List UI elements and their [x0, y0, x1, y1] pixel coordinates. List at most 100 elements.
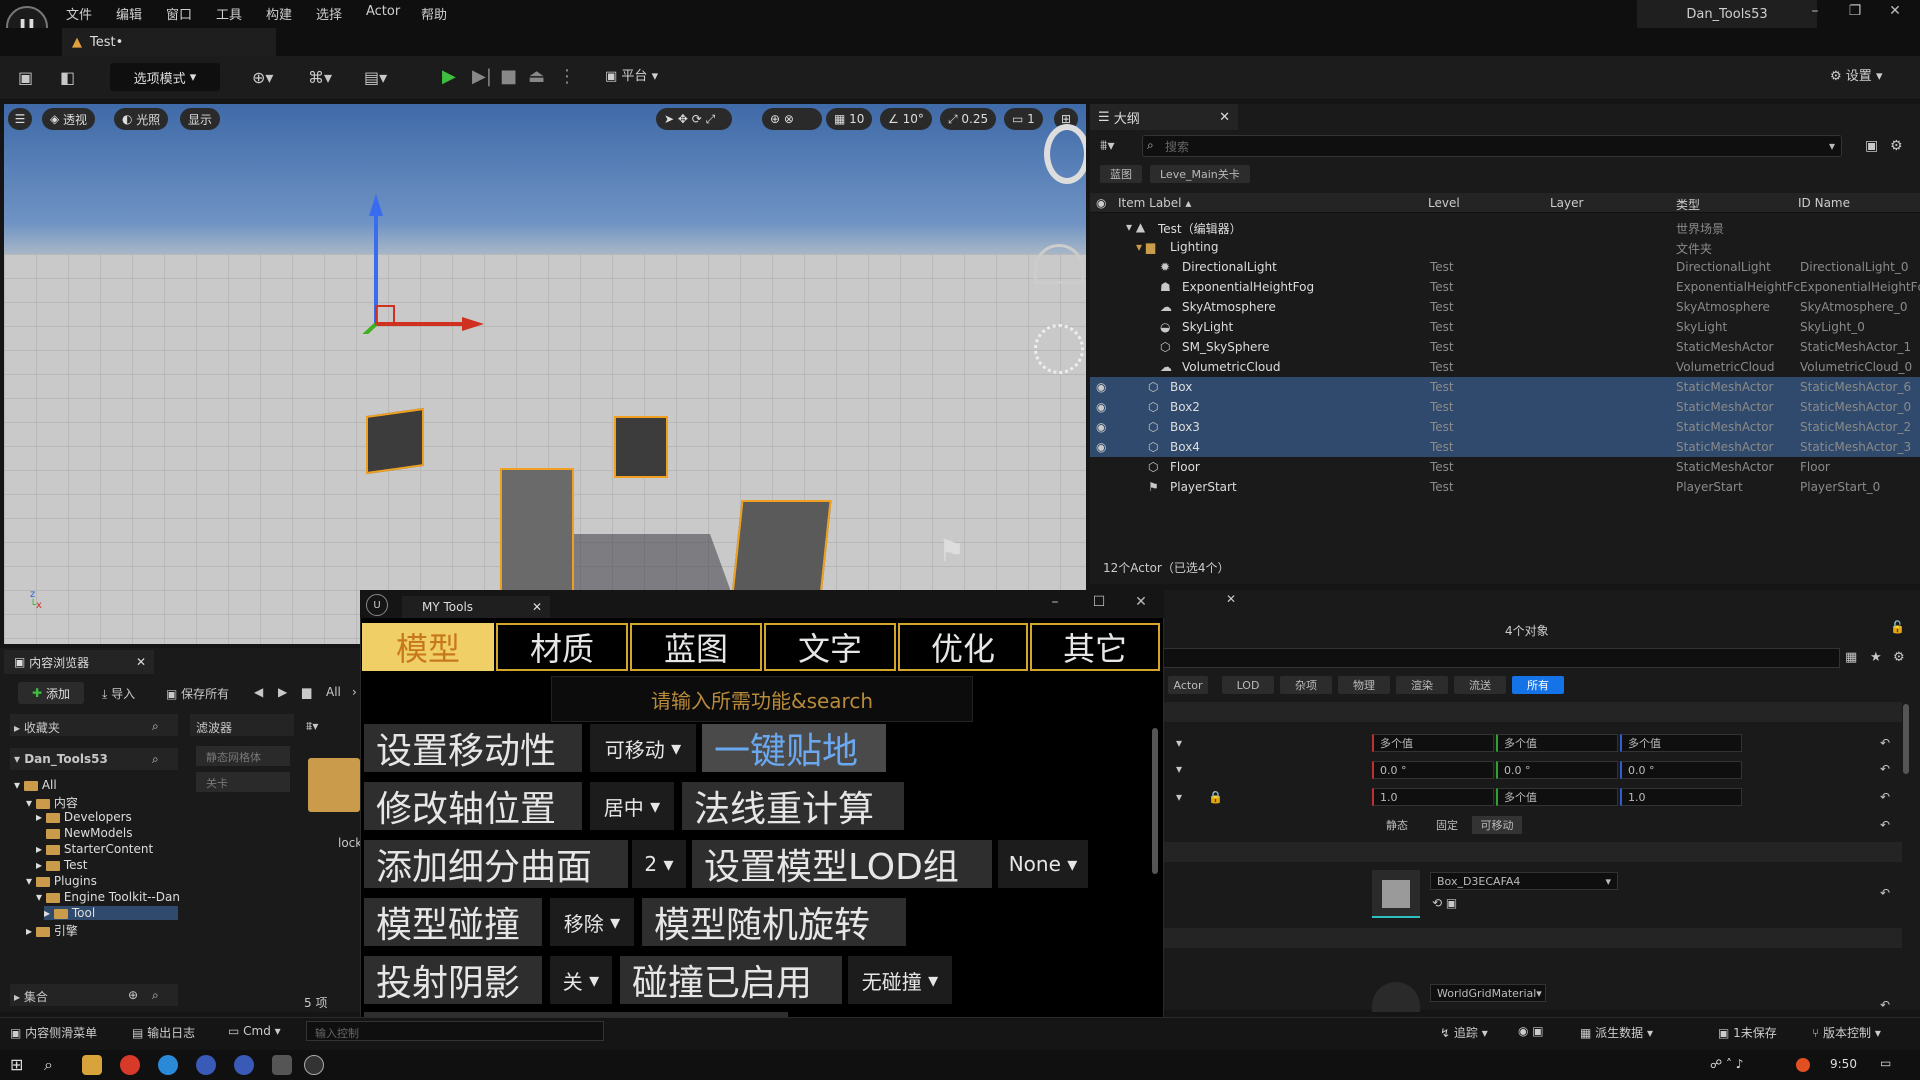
menu-select[interactable]: 选择 — [316, 4, 342, 23]
close-icon[interactable]: ✕ — [1126, 594, 1156, 616]
favorites-toggle[interactable]: ▸ 收藏夹 — [14, 719, 60, 736]
app-icon[interactable] — [196, 1055, 216, 1075]
more-icon[interactable]: ⋮ — [558, 66, 576, 87]
project-toggle[interactable]: ▾ Dan_Tools53 — [14, 752, 108, 766]
tab-streaming[interactable]: 流送 — [1454, 676, 1506, 694]
outliner-row[interactable]: ▾ ▆ Lighting 文件夹 — [1090, 237, 1920, 257]
tab-physics[interactable]: 物理 — [1338, 676, 1390, 694]
save-all-button[interactable]: ▣ 保存所有 — [166, 685, 229, 702]
snap-to-ground-button[interactable]: 一键贴地 — [702, 724, 886, 772]
category-optimize[interactable]: 优化 — [898, 623, 1028, 671]
add-subdivision-button[interactable]: 添加细分曲面 — [364, 840, 628, 888]
col-item-label[interactable]: Item Label ▴ — [1118, 196, 1191, 210]
filter-static-mesh[interactable]: 静态网格体 — [196, 746, 290, 766]
mesh-thumbnail[interactable] — [1372, 870, 1420, 918]
lit-button[interactable]: ◐ 光照 — [114, 108, 169, 130]
lod-group-select[interactable]: None ▾ — [998, 840, 1088, 888]
play-icon[interactable]: ▶ — [442, 66, 456, 87]
tab-actor[interactable]: Actor — [1168, 676, 1208, 694]
recompute-normals-button[interactable]: 法线重计算 — [682, 782, 904, 830]
tools-scrollbar[interactable] — [1152, 728, 1158, 874]
tree-developers[interactable]: ▸ Developers — [36, 810, 132, 824]
tree-engine[interactable]: ▸ 引擎 — [26, 922, 78, 939]
edge-icon[interactable] — [158, 1055, 178, 1075]
outliner-row[interactable]: ◉ ⬡ Box3 Test StaticMeshActor StaticMeshActor… — [1090, 417, 1920, 437]
lock-icon[interactable]: 🔓 — [1890, 620, 1905, 634]
reset-icon[interactable]: ↶ — [1880, 998, 1890, 1012]
reset-icon[interactable]: ↶ — [1880, 818, 1890, 832]
search-icon[interactable]: ⌕ — [152, 719, 159, 734]
close-icon[interactable]: ✕ — [1226, 592, 1236, 606]
reset-icon[interactable]: ↶ — [1880, 736, 1890, 750]
file-explorer-icon[interactable] — [82, 1055, 102, 1075]
grid-icon[interactable]: ▦ — [1845, 650, 1857, 665]
record-icon[interactable]: ◉ ▣ — [1518, 1024, 1544, 1038]
search-icon[interactable]: ⌕ — [44, 1055, 53, 1075]
tree-startercontent[interactable]: ▸ StarterContent — [36, 842, 153, 856]
collision-select[interactable]: 移除 ▾ — [550, 898, 634, 946]
location-z-field[interactable]: 多个值 — [1620, 734, 1742, 752]
outliner-row[interactable]: ☁ SkyAtmosphere Test SkyAtmosphere SkyAtmosp… — [1090, 297, 1920, 317]
outliner-row[interactable]: ◉ ⬡ Box4 Test StaticMeshActor StaticMeshActor… — [1090, 437, 1920, 457]
eject-icon[interactable]: ⏏ — [528, 66, 545, 87]
tree-tool[interactable]: ▸ Tool — [44, 906, 178, 920]
details-search-input[interactable] — [1160, 648, 1840, 668]
version-control-button[interactable]: ⑂ 版本控制 ▾ — [1812, 1024, 1881, 1041]
content-drawer-button[interactable]: ▣ 内容侧滑菜单 — [10, 1024, 97, 1041]
search-icon[interactable]: ⌕ — [152, 752, 159, 767]
notification-icon[interactable]: ▭ — [1880, 1056, 1891, 1070]
mobility-static[interactable]: 静态 — [1372, 816, 1422, 834]
menu-tools[interactable]: 工具 — [216, 4, 242, 23]
reset-icon[interactable]: ↶ — [1880, 886, 1890, 900]
mobility-stationary[interactable]: 固定 — [1422, 816, 1472, 834]
add-actor-icon[interactable]: ⊕▾ — [252, 68, 273, 87]
maximize-icon[interactable]: ☐ — [1084, 594, 1114, 616]
chevron-right-icon[interactable]: › — [352, 685, 357, 699]
collections-toggle[interactable]: ▸ 集合 — [14, 988, 48, 1005]
col-type[interactable]: 类型 — [1676, 196, 1700, 213]
angle-snap[interactable]: ∠ 10° — [880, 108, 932, 130]
scale-x-field[interactable]: 1.0 — [1372, 788, 1494, 806]
sky-light-icon[interactable] — [1034, 244, 1084, 284]
set-mobility-button[interactable]: 设置移动性 — [364, 724, 582, 772]
windows-start-icon[interactable]: ⊞ — [10, 1055, 23, 1074]
tab-all[interactable]: 所有 — [1512, 676, 1564, 694]
cinematics-icon[interactable]: ▤▾ — [364, 68, 387, 87]
location-x-field[interactable]: 多个值 — [1372, 734, 1494, 752]
shadow-select[interactable]: 关 ▾ — [550, 956, 612, 1004]
scale-z-field[interactable]: 1.0 — [1620, 788, 1742, 806]
col-level[interactable]: Level — [1428, 196, 1460, 210]
gear-icon[interactable]: ⚙ — [1890, 138, 1903, 154]
details-scrollbar[interactable] — [1903, 704, 1909, 774]
unsaved-button[interactable]: ▣ 1未保存 — [1718, 1024, 1777, 1041]
lock-icon[interactable]: 🔒 — [1208, 790, 1223, 804]
stop-icon[interactable]: ■ — [500, 66, 517, 87]
box2-actor[interactable] — [614, 416, 668, 478]
category-blueprint[interactable]: 蓝图 — [630, 623, 762, 671]
tree-all[interactable]: ▾ All — [14, 778, 57, 792]
tray-app-icon[interactable] — [1796, 1058, 1810, 1072]
chip-level[interactable]: Leve_Main关卡 — [1150, 165, 1250, 183]
transform-gizmo[interactable] — [334, 194, 494, 334]
outliner-row[interactable]: ◒ SkyLight Test SkyLight SkyLight_0 — [1090, 317, 1920, 337]
reset-icon[interactable]: ↶ — [1880, 762, 1890, 776]
star-icon[interactable]: ★ — [1870, 650, 1882, 665]
outliner-row[interactable]: ⬡ SM_SkySphere Test StaticMeshActor StaticMe… — [1090, 337, 1920, 357]
perspective-button[interactable]: ◈ 透视 — [42, 108, 96, 130]
surface-snap[interactable]: ⊕ ⊗ — [762, 108, 822, 130]
category-text[interactable]: 文字 — [764, 623, 896, 671]
collision-enabled-button[interactable]: 碰撞已启用 — [620, 956, 842, 1004]
close-icon[interactable]: ✕ — [1219, 110, 1230, 125]
save-icon[interactable]: ▣ — [18, 68, 33, 87]
output-log-button[interactable]: ▤ 输出日志 — [132, 1024, 195, 1041]
tree-newmodels[interactable]: NewModels — [46, 826, 132, 840]
filter-level[interactable]: 关卡 — [196, 772, 290, 792]
chevron-down-icon[interactable]: ▾ — [1176, 736, 1182, 750]
menu-help[interactable]: 帮助 — [421, 4, 447, 23]
tool-search-input[interactable]: 请输入所需功能&search — [551, 676, 973, 722]
menu-actor[interactable]: Actor — [366, 4, 400, 19]
outliner-row[interactable]: ✹ DirectionalLight Test DirectionalLight Dir… — [1090, 257, 1920, 277]
col-layer[interactable]: Layer — [1550, 196, 1583, 210]
collision-type-select[interactable]: 无碰撞 ▾ — [848, 956, 952, 1004]
outliner-search-input[interactable]: ⌕ 搜索 ▾ — [1142, 135, 1842, 157]
